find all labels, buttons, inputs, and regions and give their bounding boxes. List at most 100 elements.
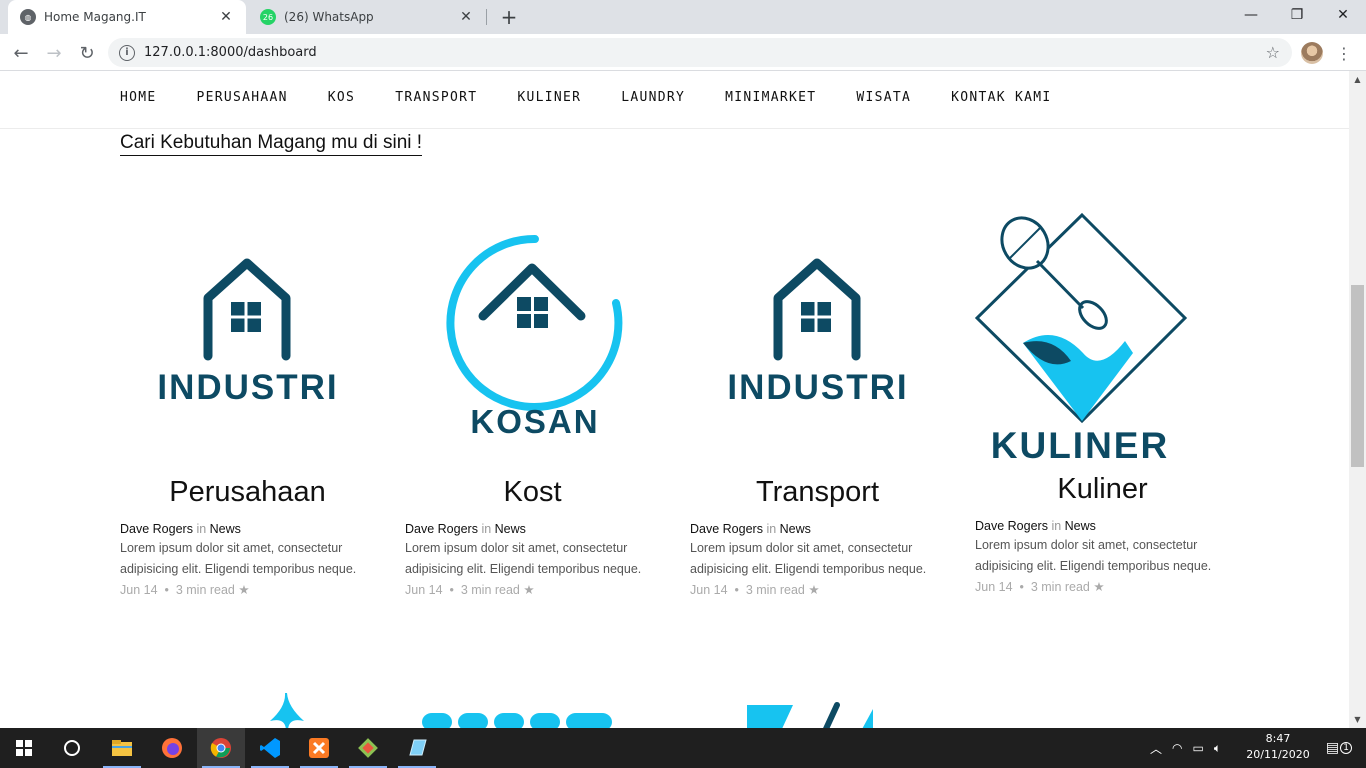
card-meta: Dave Rogers in News: [975, 519, 1096, 533]
nav-kontak-kami[interactable]: KONTAK KAMI: [951, 90, 1051, 105]
card-author[interactable]: Dave Rogers: [690, 522, 763, 536]
site-navbar: HOME PERUSAHAAN KOS TRANSPORT KULINER LA…: [0, 71, 1349, 129]
star-icon: ★: [238, 583, 250, 597]
star-icon: ★: [1093, 580, 1105, 594]
laundry-logo-partial: [270, 693, 304, 728]
card-title[interactable]: Transport: [690, 476, 945, 516]
vscode-icon[interactable]: [246, 728, 294, 768]
whatsapp-icon: 26: [260, 9, 276, 25]
nav-home[interactable]: HOME: [120, 90, 157, 105]
card-category[interactable]: News: [210, 522, 241, 536]
page-scrollbar[interactable]: ▲ ▼: [1349, 71, 1366, 728]
profile-avatar[interactable]: [1301, 42, 1323, 64]
card-kost[interactable]: KOSAN Kost Dave Rogers in News Lorem ips…: [405, 206, 660, 601]
card-title[interactable]: Kuliner: [975, 473, 1230, 513]
back-button[interactable]: ←: [7, 39, 35, 67]
card-meta: Dave Rogers in News: [690, 522, 811, 536]
info-icon[interactable]: i: [119, 44, 135, 61]
card-meta: Dave Rogers in News: [405, 522, 526, 536]
new-tab-button[interactable]: +: [496, 4, 522, 30]
tab-separator: [486, 9, 487, 25]
address-bar[interactable]: i 127.0.0.1:8000/dashboard ☆: [108, 38, 1292, 67]
house-icon: INDUSTRI: [727, 258, 908, 407]
show-hidden-icons-icon[interactable]: ︿: [1150, 740, 1162, 757]
git-icon[interactable]: [344, 728, 392, 768]
svg-text:KOSAN: KOSAN: [470, 403, 599, 440]
card-category[interactable]: News: [780, 522, 811, 536]
scroll-up-icon[interactable]: ▲: [1349, 71, 1366, 88]
star-icon: ★: [808, 583, 820, 597]
nav-wisata[interactable]: WISATA: [856, 90, 911, 105]
svg-text:INDUSTRI: INDUSTRI: [157, 368, 338, 407]
nav-kuliner[interactable]: KULINER: [517, 90, 581, 105]
windows-start-icon[interactable]: [0, 728, 48, 768]
house-circle-icon: KOSAN: [446, 234, 623, 440]
cortana-icon[interactable]: [48, 728, 96, 768]
card-excerpt: Lorem ipsum dolor sit amet, consectetur …: [690, 541, 927, 597]
chrome-menu-icon[interactable]: ⋮: [1334, 42, 1354, 64]
card-category[interactable]: News: [1065, 519, 1096, 533]
tab-home-magang[interactable]: ◍ Home Magang.IT ✕: [8, 0, 246, 34]
battery-icon[interactable]: ▭: [1193, 741, 1204, 755]
close-tab-icon[interactable]: ✕: [218, 9, 234, 25]
volume-icon[interactable]: 🔈︎: [1214, 741, 1221, 756]
browser-toolbar: ← → ↻ i 127.0.0.1:8000/dashboard ☆ ⋮: [0, 34, 1366, 71]
notification-count: 1: [1340, 742, 1353, 754]
windows-taskbar: ︿ ◠ ▭ 🔈︎ 8:47 20/11/2020 ▤ 1: [0, 728, 1366, 768]
bookmark-star-icon[interactable]: ☆: [1266, 43, 1280, 62]
card-author[interactable]: Dave Rogers: [120, 522, 193, 536]
scroll-down-icon[interactable]: ▼: [1349, 711, 1366, 728]
card-title[interactable]: Kost: [405, 476, 660, 516]
card-excerpt: Lorem ipsum dolor sit amet, consectetur …: [975, 538, 1212, 594]
file-explorer-icon[interactable]: [98, 728, 146, 768]
kosan-logo: KOSAN: [405, 206, 660, 476]
close-tab-icon[interactable]: ✕: [458, 9, 474, 25]
wisata-logo-partial: [747, 702, 873, 728]
scrollbar-thumb[interactable]: [1351, 285, 1364, 467]
tab-title: Home Magang.IT: [44, 10, 146, 24]
industri-logo: INDUSTRI: [690, 206, 945, 476]
close-window-button[interactable]: ✕: [1320, 0, 1366, 30]
card-excerpt: Lorem ipsum dolor sit amet, consectetur …: [120, 541, 357, 597]
notepad-icon[interactable]: [393, 728, 441, 768]
tab-whatsapp[interactable]: 26 (26) WhatsApp ✕: [248, 0, 486, 34]
card-author[interactable]: Dave Rogers: [405, 522, 478, 536]
star-icon: ★: [523, 583, 535, 597]
minimarket-logo-partial: [422, 713, 612, 728]
system-tray: ︿ ◠ ▭ 🔈︎: [1150, 728, 1240, 768]
kuliner-logo: KULINER: [975, 203, 1230, 473]
wifi-icon[interactable]: ◠: [1172, 741, 1182, 755]
nav-minimarket[interactable]: MINIMARKET: [725, 90, 816, 105]
house-icon: INDUSTRI: [157, 258, 338, 407]
chrome-icon[interactable]: [197, 728, 245, 768]
firefox-icon[interactable]: [148, 728, 196, 768]
forward-button[interactable]: →: [40, 39, 68, 67]
reload-button[interactable]: ↻: [73, 39, 101, 67]
svg-text:KULINER: KULINER: [991, 425, 1169, 466]
minimize-button[interactable]: —: [1228, 0, 1274, 30]
card-category[interactable]: News: [495, 522, 526, 536]
action-center-icon[interactable]: ▤ 1: [1324, 728, 1354, 768]
nav-kos[interactable]: KOS: [328, 90, 355, 105]
nav-perusahaan[interactable]: PERUSAHAAN: [197, 90, 288, 105]
card-kuliner[interactable]: KULINER Kuliner Dave Rogers in News Lore…: [975, 203, 1230, 598]
card-perusahaan[interactable]: INDUSTRI Perusahaan Dave Rogers in News …: [120, 206, 375, 601]
page-headline[interactable]: Cari Kebutuhan Magang mu di sini !: [120, 132, 423, 156]
nav-transport[interactable]: TRANSPORT: [395, 90, 477, 105]
card-transport[interactable]: INDUSTRI Transport Dave Rogers in News L…: [690, 206, 945, 601]
svg-text:INDUSTRI: INDUSTRI: [727, 368, 908, 407]
card-excerpt: Lorem ipsum dolor sit amet, consectetur …: [405, 541, 642, 597]
taskbar-clock[interactable]: 8:47 20/11/2020: [1240, 731, 1316, 763]
restore-button[interactable]: ❐: [1274, 0, 1320, 30]
card-title[interactable]: Perusahaan: [120, 476, 375, 516]
card-author[interactable]: Dave Rogers: [975, 519, 1048, 533]
card-meta: Dave Rogers in News: [120, 522, 241, 536]
url-text[interactable]: 127.0.0.1:8000/dashboard: [144, 45, 1266, 60]
browser-tabstrip: ◍ Home Magang.IT ✕ 26 (26) WhatsApp ✕ + …: [0, 0, 1366, 34]
tab-title: (26) WhatsApp: [284, 10, 374, 24]
page-viewport: HOME PERUSAHAAN KOS TRANSPORT KULINER LA…: [0, 71, 1349, 728]
globe-icon: ◍: [20, 9, 36, 25]
industri-logo: INDUSTRI: [120, 206, 375, 476]
nav-laundry[interactable]: LAUNDRY: [621, 90, 685, 105]
xampp-icon[interactable]: [295, 728, 343, 768]
